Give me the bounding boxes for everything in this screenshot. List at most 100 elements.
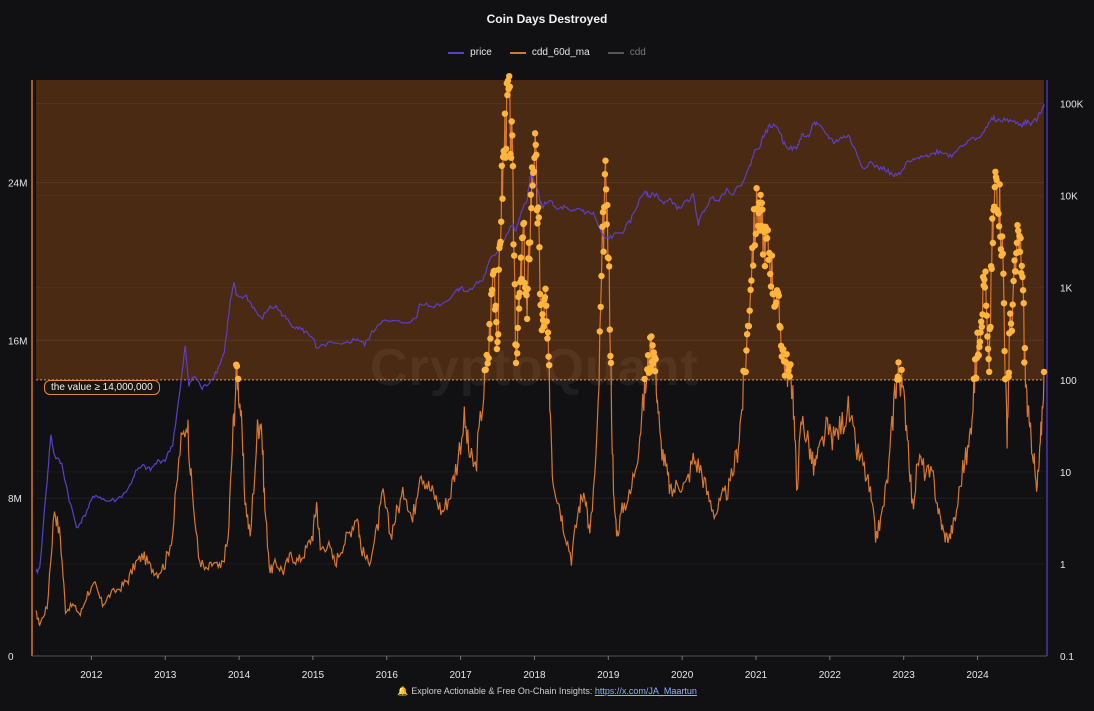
y-right-tick-label: 10 [1060, 468, 1072, 479]
threshold-marker [895, 375, 903, 383]
threshold-marker [786, 373, 793, 380]
threshold-marker [1001, 347, 1008, 355]
x-tick-label: 2021 [745, 670, 768, 681]
threshold-marker [995, 210, 1002, 217]
threshold-marker [495, 266, 502, 273]
threshold-marker [759, 251, 767, 258]
threshold-marker [743, 347, 750, 354]
threshold-marker [1009, 301, 1016, 308]
threshold-marker [989, 239, 997, 247]
threshold-label: the value ≥ 14,000,000 [44, 380, 160, 395]
threshold-marker [532, 141, 539, 148]
threshold-marker [596, 328, 603, 335]
threshold-marker [1011, 257, 1018, 264]
threshold-marker [895, 359, 902, 366]
threshold-marker [535, 204, 542, 211]
threshold-marker [787, 361, 794, 368]
threshold-marker [498, 218, 505, 225]
threshold-marker [977, 329, 984, 336]
x-tick-label: 2023 [893, 670, 916, 681]
threshold-marker [1010, 277, 1017, 285]
threshold-marker [604, 201, 611, 209]
threshold-marker [534, 220, 541, 227]
threshold-marker [978, 323, 985, 330]
threshold-marker [1017, 234, 1024, 242]
threshold-marker [984, 345, 992, 353]
threshold-marker [497, 238, 504, 245]
threshold-marker [524, 285, 531, 293]
threshold-marker [982, 268, 989, 275]
threshold-marker [503, 145, 510, 152]
threshold-marker [750, 262, 757, 269]
threshold-marker [536, 244, 543, 251]
threshold-marker [600, 248, 607, 255]
y-right-tick-label: 1 [1060, 560, 1066, 571]
threshold-marker [753, 185, 760, 192]
threshold-marker [743, 331, 751, 338]
threshold-marker [542, 285, 549, 292]
threshold-marker [510, 241, 517, 248]
threshold-marker [543, 318, 550, 325]
bell-icon: 🔔 [397, 686, 409, 696]
x-tick-label: 2024 [966, 670, 989, 681]
threshold-marker [1019, 287, 1027, 294]
x-tick-label: 2017 [449, 670, 472, 681]
threshold-marker [544, 329, 552, 336]
threshold-marker [527, 191, 534, 198]
threshold-marker [999, 233, 1006, 240]
threshold-marker [507, 154, 515, 161]
footer-link[interactable]: https://x.com/JA_Maartun [595, 686, 697, 696]
threshold-marker [501, 110, 509, 117]
threshold-marker [509, 162, 517, 170]
threshold-marker [493, 318, 500, 326]
threshold-marker [1014, 222, 1021, 229]
threshold-marker [1040, 368, 1048, 376]
threshold-marker [531, 130, 539, 137]
threshold-marker [529, 182, 536, 189]
threshold-marker [898, 366, 905, 373]
threshold-marker [775, 292, 782, 299]
threshold-marker [1005, 369, 1013, 376]
threshold-marker [987, 323, 994, 331]
threshold-marker [768, 252, 776, 259]
threshold-marker [761, 262, 769, 270]
threshold-marker [488, 286, 496, 294]
threshold-marker [1008, 327, 1016, 334]
threshold-marker [519, 234, 526, 241]
threshold-marker [601, 171, 609, 178]
threshold-marker [541, 294, 549, 301]
threshold-marker [602, 186, 610, 193]
threshold-marker [981, 276, 988, 283]
threshold-marker [758, 199, 765, 207]
threshold-marker [1007, 310, 1014, 317]
threshold-marker [981, 284, 989, 291]
threshold-marker [1021, 359, 1028, 366]
threshold-marker [233, 363, 241, 370]
threshold-marker [751, 242, 759, 249]
threshold-marker [746, 307, 753, 314]
threshold-marker [984, 333, 991, 340]
threshold-marker [983, 302, 990, 309]
threshold-marker [1012, 268, 1019, 275]
threshold-marker [757, 191, 764, 199]
threshold-marker [597, 303, 604, 311]
threshold-marker [506, 83, 513, 90]
threshold-marker [499, 195, 506, 202]
threshold-marker [1007, 320, 1015, 327]
threshold-marker [767, 283, 775, 290]
y-right-tick-label: 100 [1060, 376, 1077, 387]
x-tick-label: 2016 [376, 670, 399, 681]
x-tick-label: 2022 [819, 670, 842, 681]
threshold-marker [506, 73, 513, 80]
threshold-marker [515, 305, 523, 312]
threshold-marker [1020, 300, 1027, 307]
threshold-marker [986, 368, 993, 375]
threshold-marker [985, 355, 992, 363]
threshold-marker [516, 289, 523, 297]
threshold-marker [988, 265, 995, 272]
threshold-marker [999, 250, 1006, 257]
threshold-marker [995, 223, 1003, 230]
y-right-tick-label: 10K [1060, 192, 1078, 203]
x-tick-label: 2015 [302, 670, 325, 681]
y-right-tick-label: 100K [1060, 100, 1084, 111]
